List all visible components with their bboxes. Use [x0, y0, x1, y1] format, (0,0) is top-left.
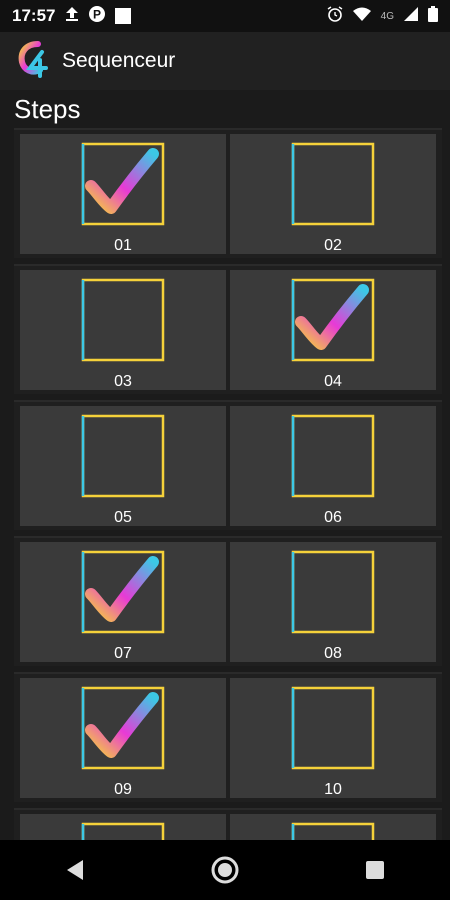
step-checkbox-unchecked[interactable]: [81, 406, 165, 503]
back-icon[interactable]: [55, 850, 95, 890]
step-cell[interactable]: 09: [20, 678, 226, 798]
step-checkbox-checked[interactable]: [81, 678, 165, 775]
step-label: 09: [114, 781, 132, 798]
recents-icon[interactable]: [355, 850, 395, 890]
square-notification-icon: [115, 8, 132, 24]
step-label: 03: [114, 373, 132, 390]
status-bar: 17:57 P 4G: [0, 0, 450, 32]
step-cell[interactable]: 03: [20, 270, 226, 390]
step-row: 07 08: [14, 536, 442, 666]
step-row: 05 06: [14, 400, 442, 530]
step-label: 04: [324, 373, 342, 390]
step-checkbox-unchecked[interactable]: [81, 814, 165, 840]
step-checkbox-checked[interactable]: [291, 270, 375, 367]
section-title: Steps: [14, 94, 81, 124]
step-checkbox-unchecked[interactable]: [291, 678, 375, 775]
step-cell[interactable]: 06: [230, 406, 436, 526]
step-cell[interactable]: 02: [230, 134, 436, 254]
step-row: [14, 808, 442, 840]
step-label: 05: [114, 509, 132, 526]
step-checkbox-unchecked[interactable]: [81, 270, 165, 367]
step-cell[interactable]: [20, 814, 226, 840]
step-cell[interactable]: 04: [230, 270, 436, 390]
home-icon[interactable]: [205, 850, 245, 890]
steps-content[interactable]: Steps 01 02 03 04 05 06 07 08 09 10: [0, 90, 450, 840]
step-label: 07: [114, 645, 132, 662]
step-checkbox-checked[interactable]: [81, 542, 165, 639]
status-right: 4G: [327, 6, 438, 26]
parking-icon: P: [89, 6, 106, 26]
step-label: 08: [324, 645, 342, 662]
step-cell[interactable]: 07: [20, 542, 226, 662]
step-checkbox-unchecked[interactable]: [291, 814, 375, 840]
signal-icon: [404, 7, 418, 25]
status-left: 17:57 P: [12, 6, 132, 26]
app-logo-icon[interactable]: [16, 40, 50, 83]
step-cell[interactable]: [230, 814, 436, 840]
step-cell[interactable]: 01: [20, 134, 226, 254]
alarm-icon: [327, 6, 343, 26]
step-row: 09 10: [14, 672, 442, 802]
step-label: 02: [324, 237, 342, 254]
network-type: 4G: [380, 10, 394, 22]
step-cell[interactable]: 08: [230, 542, 436, 662]
upload-icon: [65, 6, 79, 26]
step-checkbox-unchecked[interactable]: [291, 542, 375, 639]
wifi-icon: [352, 7, 371, 25]
step-cell[interactable]: 10: [230, 678, 436, 798]
step-row: 01 02: [14, 128, 442, 258]
battery-icon: [428, 6, 438, 26]
navigation-bar: [0, 840, 450, 900]
step-row: 03 04: [14, 264, 442, 394]
step-checkbox-unchecked[interactable]: [291, 406, 375, 503]
steps-grid: 01 02 03 04 05 06 07 08 09 10: [14, 128, 442, 840]
status-time: 17:57: [12, 6, 56, 25]
step-label: 01: [114, 237, 132, 254]
step-cell[interactable]: 05: [20, 406, 226, 526]
app-title: Sequenceur: [62, 49, 176, 72]
step-checkbox-unchecked[interactable]: [291, 134, 375, 231]
step-label: 06: [324, 509, 342, 526]
app-bar: Sequenceur: [0, 32, 450, 90]
step-checkbox-checked[interactable]: [81, 134, 165, 231]
svg-text:P: P: [93, 8, 101, 22]
step-label: 10: [324, 781, 342, 798]
